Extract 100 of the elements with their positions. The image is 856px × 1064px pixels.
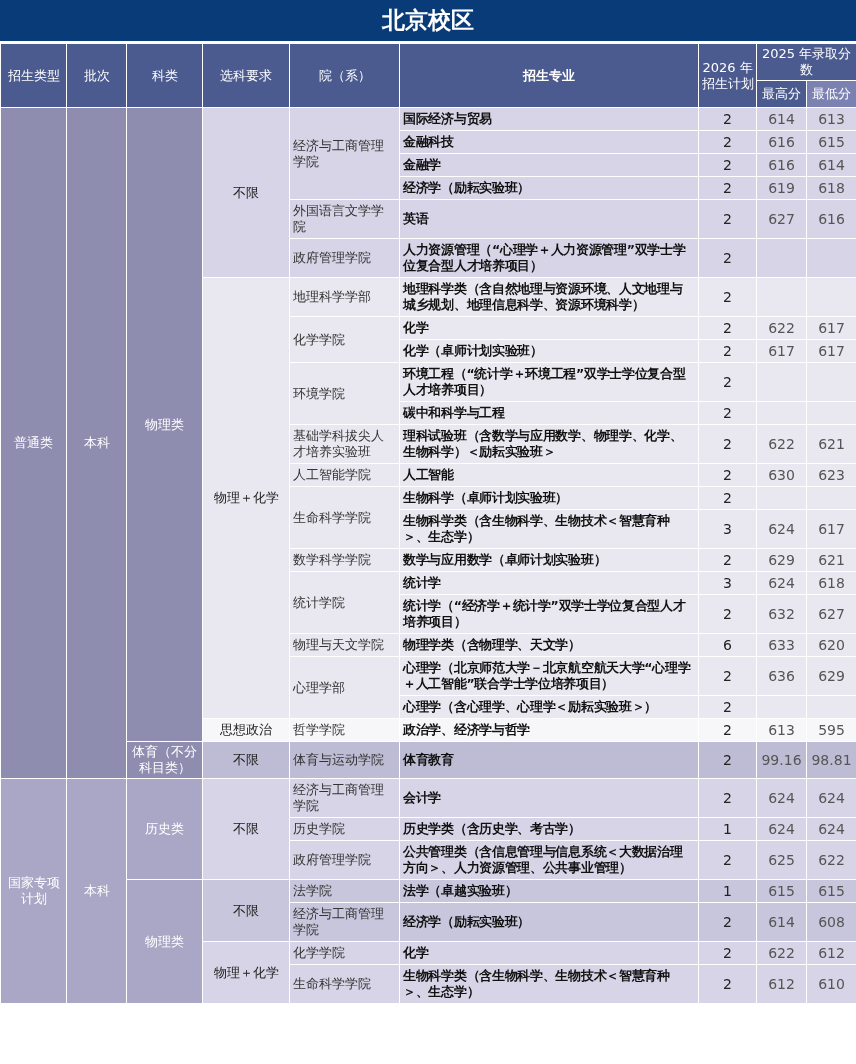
header-cell: 院（系） <box>289 43 400 108</box>
max-score-cell: 99.16 <box>756 741 807 779</box>
major-cell: 碳中和科学与工程 <box>399 401 699 425</box>
max-score-cell: 636 <box>756 656 807 696</box>
college-cell: 人工智能学院 <box>289 463 400 487</box>
college-cell: 政府管理学院 <box>289 840 400 880</box>
plan-cell: 2 <box>698 594 757 634</box>
plan-cell: 2 <box>698 778 757 818</box>
college-cell: 外国语言文学学院 <box>289 199 400 239</box>
college-cell: 数学科学学院 <box>289 548 400 572</box>
major-cell: 政治学、经济学与哲学 <box>399 718 699 742</box>
college-cell: 生命科学学院 <box>289 486 400 549</box>
batch-cell: 本科 <box>66 778 127 1004</box>
major-cell: 地理科学类（含自然地理与资源环境、人文地理与城乡规划、地理信息科学、资源环境科学） <box>399 277 699 317</box>
min-score-cell: 629 <box>806 656 856 696</box>
college-cell: 化学学院 <box>289 316 400 363</box>
major-cell: 金融科技 <box>399 130 699 154</box>
college-cell: 基础学科拔尖人才培养实验班 <box>289 424 400 464</box>
min-score-cell: 622 <box>806 840 856 880</box>
major-cell: 统计学 <box>399 571 699 595</box>
max-score-cell: 622 <box>756 424 807 464</box>
max-score-cell: 614 <box>756 902 807 942</box>
plan-cell: 2 <box>698 362 757 402</box>
min-score-cell: 616 <box>806 199 856 239</box>
type-cell: 国家专项计划 <box>0 778 67 1004</box>
type-cell: 普通类 <box>0 107 67 779</box>
category-cell: 物理类 <box>126 879 203 1004</box>
college-cell: 环境学院 <box>289 362 400 425</box>
college-cell: 法学院 <box>289 879 400 903</box>
major-cell: 会计学 <box>399 778 699 818</box>
requirement-cell: 不限 <box>202 879 290 942</box>
min-score-cell: 627 <box>806 594 856 634</box>
college-cell: 心理学部 <box>289 656 400 719</box>
table-cell <box>806 238 856 278</box>
header-cell: 2026 年招生计划 <box>698 43 757 108</box>
max-score-cell: 612 <box>756 964 807 1004</box>
header-cell: 科类 <box>126 43 203 108</box>
major-cell: 化学（卓师计划实验班） <box>399 339 699 363</box>
major-cell: 环境工程（“统计学＋环境工程”双学士学位复合型人才培养项目） <box>399 362 699 402</box>
max-score-cell: 627 <box>756 199 807 239</box>
major-cell: 心理学（北京师范大学－北京航空航天大学“心理学＋人工智能”联合学士学位培养项目） <box>399 656 699 696</box>
plan-cell: 2 <box>698 656 757 696</box>
major-cell: 化学 <box>399 316 699 340</box>
requirement-cell: 不限 <box>202 741 290 779</box>
min-score-cell: 624 <box>806 778 856 818</box>
major-cell: 历史学类（含历史学、考古学） <box>399 817 699 841</box>
max-score-cell: 624 <box>756 509 807 549</box>
college-cell: 政府管理学院 <box>289 238 400 278</box>
major-cell: 经济学（励耘实验班） <box>399 902 699 942</box>
college-cell: 地理科学学部 <box>289 277 400 317</box>
category-cell: 历史类 <box>126 778 203 880</box>
major-cell: 经济学（励耘实验班） <box>399 176 699 200</box>
major-cell: 金融学 <box>399 153 699 177</box>
category-cell: 体育（不分科目类） <box>126 741 203 779</box>
plan-cell: 2 <box>698 964 757 1004</box>
plan-cell: 2 <box>698 277 757 317</box>
college-cell: 经济与工商管理学院 <box>289 778 400 818</box>
plan-cell: 2 <box>698 238 757 278</box>
requirement-cell: 物理＋化学 <box>202 941 290 1004</box>
major-cell: 国际经济与贸易 <box>399 107 699 131</box>
college-cell: 化学学院 <box>289 941 400 965</box>
plan-cell: 2 <box>698 741 757 779</box>
plan-cell: 2 <box>698 424 757 464</box>
min-score-cell: 617 <box>806 509 856 549</box>
plan-cell: 2 <box>698 199 757 239</box>
major-cell: 人工智能 <box>399 463 699 487</box>
major-cell: 英语 <box>399 199 699 239</box>
table-cell <box>756 277 807 317</box>
major-cell: 数学与应用数学（卓师计划实验班） <box>399 548 699 572</box>
college-cell: 生命科学学院 <box>289 964 400 1004</box>
college-cell: 物理与天文学院 <box>289 633 400 657</box>
college-cell: 体育与运动学院 <box>289 741 400 779</box>
plan-cell: 2 <box>698 902 757 942</box>
requirement-cell: 不限 <box>202 107 290 278</box>
min-score-cell: 98.81 <box>806 741 856 779</box>
max-score-cell: 625 <box>756 840 807 880</box>
major-cell: 生物科学类（含生物科学、生物技术＜智慧育种＞、生态学） <box>399 964 699 1004</box>
header-cell: 2025 年录取分数 <box>756 43 856 81</box>
plan-cell: 3 <box>698 509 757 549</box>
header-cell: 批次 <box>66 43 127 108</box>
college-cell: 经济与工商管理学院 <box>289 107 400 200</box>
major-cell: 物理学类（含物理学、天文学） <box>399 633 699 657</box>
major-cell: 理科试验班（含数学与应用数学、物理学、化学、生物科学）＜励耘实验班＞ <box>399 424 699 464</box>
major-cell: 生物科学（卓师计划实验班） <box>399 486 699 510</box>
header-cell: 招生类型 <box>0 43 67 108</box>
header-cell: 招生专业 <box>399 43 699 108</box>
min-score-cell: 621 <box>806 424 856 464</box>
major-cell: 心理学（含心理学、心理学＜励耘实验班＞） <box>399 695 699 719</box>
major-cell: 体育教育 <box>399 741 699 779</box>
college-cell: 经济与工商管理学院 <box>289 902 400 942</box>
major-cell: 公共管理类（含信息管理与信息系统＜大数据治理方向＞、人力资源管理、公共事业管理） <box>399 840 699 880</box>
header-cell: 选科要求 <box>202 43 290 108</box>
max-score-cell: 632 <box>756 594 807 634</box>
max-score-cell: 624 <box>756 778 807 818</box>
requirement-cell: 不限 <box>202 778 290 880</box>
table-cell <box>756 238 807 278</box>
table-cell <box>806 277 856 317</box>
min-score-cell: 610 <box>806 964 856 1004</box>
college-cell: 哲学学院 <box>289 718 400 742</box>
college-cell: 历史学院 <box>289 817 400 841</box>
